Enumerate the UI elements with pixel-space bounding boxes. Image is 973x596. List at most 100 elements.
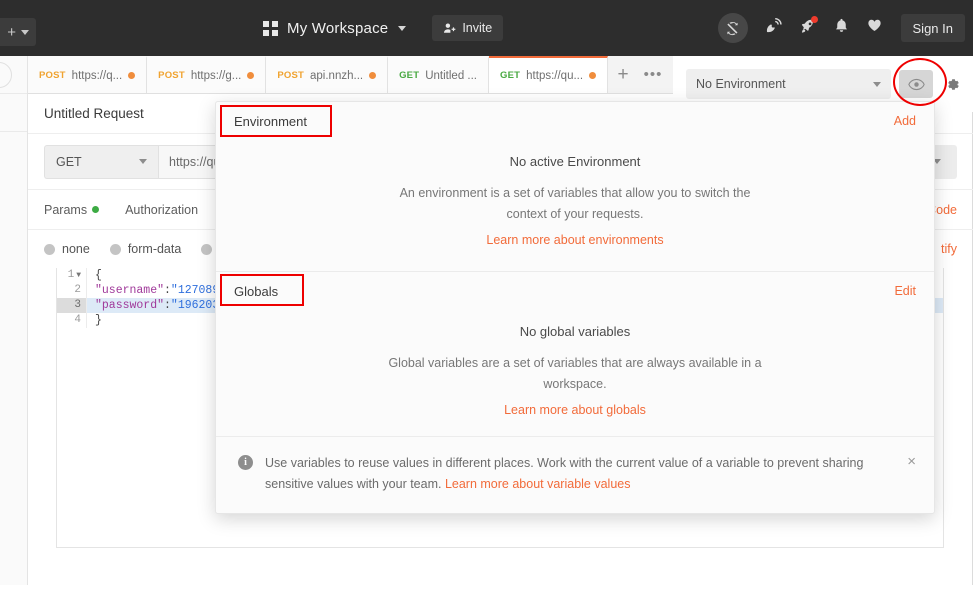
radio-icon [201, 244, 212, 255]
chevron-down-icon [21, 30, 29, 35]
sign-in-button[interactable]: Sign In [901, 14, 965, 42]
tab-params[interactable]: Params [44, 203, 99, 217]
tab-name: https://qu... [526, 70, 583, 82]
code-text: { [87, 269, 102, 282]
method-select[interactable]: GET [44, 145, 158, 179]
radio-third[interactable] [201, 244, 212, 255]
rocket-icon[interactable] [799, 17, 817, 40]
satellite-dish-icon[interactable] [764, 16, 783, 40]
heart-icon[interactable] [866, 17, 883, 39]
line-number: 2 [57, 283, 87, 298]
environment-empty-description: An environment is a set of variables tha… [385, 183, 765, 225]
params-indicator-icon [92, 206, 99, 213]
tab-authorization-label: Authorization [125, 203, 198, 217]
environment-section-title: Environment [234, 114, 307, 129]
tab-options-button[interactable]: ••• [638, 56, 668, 93]
edit-globals-link[interactable]: Edit [894, 284, 916, 298]
environment-empty-heading: No active Environment [216, 154, 934, 169]
line-number: 1▼ [57, 268, 87, 283]
request-tab-active[interactable]: GET https://qu... [489, 56, 608, 93]
request-tab-strip: POST https://q... POST https://g... POST… [28, 56, 673, 94]
gear-icon [944, 76, 961, 93]
new-plus-icon: + [7, 25, 16, 40]
tab-params-label: Params [44, 203, 87, 217]
request-tab[interactable]: POST api.nnzh... [266, 56, 388, 93]
eye-icon [908, 78, 925, 91]
environment-settings-button[interactable] [941, 76, 963, 93]
environment-quick-look-button[interactable] [899, 70, 933, 98]
chevron-down-icon [139, 159, 147, 164]
tab-method: GET [500, 70, 520, 81]
tab-method: POST [158, 70, 185, 81]
globals-section-header: Globals Edit [216, 272, 934, 310]
info-icon: i [238, 455, 253, 470]
notification-badge [811, 16, 818, 23]
postman-app: + My Workspace Invite [0, 0, 973, 596]
invite-button[interactable]: Invite [432, 15, 503, 41]
radio-icon [110, 244, 121, 255]
method-label: GET [56, 155, 82, 169]
workspace-name: My Workspace [287, 20, 388, 37]
unsaved-dot-icon [369, 72, 376, 79]
invite-person-icon [443, 22, 456, 35]
rail-cell-search[interactable] [0, 56, 27, 94]
add-environment-link[interactable]: Add [894, 114, 916, 128]
chevron-down-icon [873, 82, 881, 87]
line-number: 4 [57, 313, 87, 328]
beautify-link[interactable]: tify [941, 242, 957, 256]
radio-form-data-label: form-data [128, 242, 182, 256]
code-text: } [87, 314, 102, 327]
request-tab[interactable]: POST https://q... [28, 56, 147, 93]
header-icon-group: Sign In [718, 0, 973, 56]
page-title: Untitled Request [44, 106, 144, 121]
new-button[interactable]: + [0, 18, 36, 46]
panel-footer-text: Use variables to reuse values in differe… [265, 453, 885, 495]
environment-section-header: Environment Add [216, 102, 934, 140]
unsaved-dot-icon [589, 72, 596, 79]
unsaved-dot-icon [247, 72, 254, 79]
tab-name: https://q... [72, 70, 123, 82]
environment-quick-look-panel: Environment Add No active Environment An… [215, 101, 935, 514]
workspace-selector[interactable]: My Workspace Invite [263, 0, 503, 56]
radio-form-data[interactable]: form-data [110, 242, 182, 256]
radio-none-label: none [62, 242, 90, 256]
environment-selected-label: No Environment [696, 77, 786, 91]
new-tab-button[interactable]: + [608, 56, 638, 93]
globals-empty-state: No global variables Global variables are… [216, 310, 934, 441]
sign-in-label: Sign In [913, 21, 953, 36]
request-tab[interactable]: GET Untitled ... [388, 56, 489, 93]
tab-name: https://g... [191, 70, 242, 82]
unsaved-dot-icon [128, 72, 135, 79]
request-tab[interactable]: POST https://g... [147, 56, 266, 93]
left-sidebar-rail [0, 56, 28, 585]
tab-method: POST [39, 70, 66, 81]
url-value: https://qu [169, 155, 220, 169]
top-header-bar: + My Workspace Invite [0, 0, 973, 56]
globals-empty-description: Global variables are a set of variables … [385, 353, 765, 395]
close-icon[interactable]: × [897, 453, 916, 470]
learn-more-environments-link[interactable]: Learn more about environments [486, 233, 663, 247]
tab-authorization[interactable]: Authorization [125, 203, 198, 217]
fold-arrow-icon[interactable]: ▼ [76, 271, 81, 280]
invite-label: Invite [462, 21, 492, 35]
chevron-down-icon [398, 26, 406, 31]
tab-name: Untitled ... [425, 70, 477, 82]
line-number: 3 [57, 298, 87, 313]
tab-name: api.nnzh... [310, 70, 363, 82]
sync-off-icon[interactable] [718, 13, 748, 43]
search-icon [0, 62, 12, 88]
environment-empty-state: No active Environment An environment is … [216, 140, 934, 271]
environment-select[interactable]: No Environment [686, 69, 891, 99]
panel-info-footer: i Use variables to reuse values in diffe… [216, 436, 934, 513]
tab-method: GET [399, 70, 419, 81]
radio-icon [44, 244, 55, 255]
tab-method: POST [277, 70, 304, 81]
learn-more-globals-link[interactable]: Learn more about globals [504, 403, 646, 417]
rail-cell-history[interactable] [0, 94, 27, 132]
globals-empty-heading: No global variables [216, 324, 934, 339]
learn-more-variable-values-link[interactable]: Learn more about variable values [445, 477, 631, 491]
globals-section-title: Globals [234, 284, 278, 299]
radio-none[interactable]: none [44, 242, 90, 256]
grid-icon [263, 21, 278, 36]
bell-icon[interactable] [833, 17, 850, 39]
